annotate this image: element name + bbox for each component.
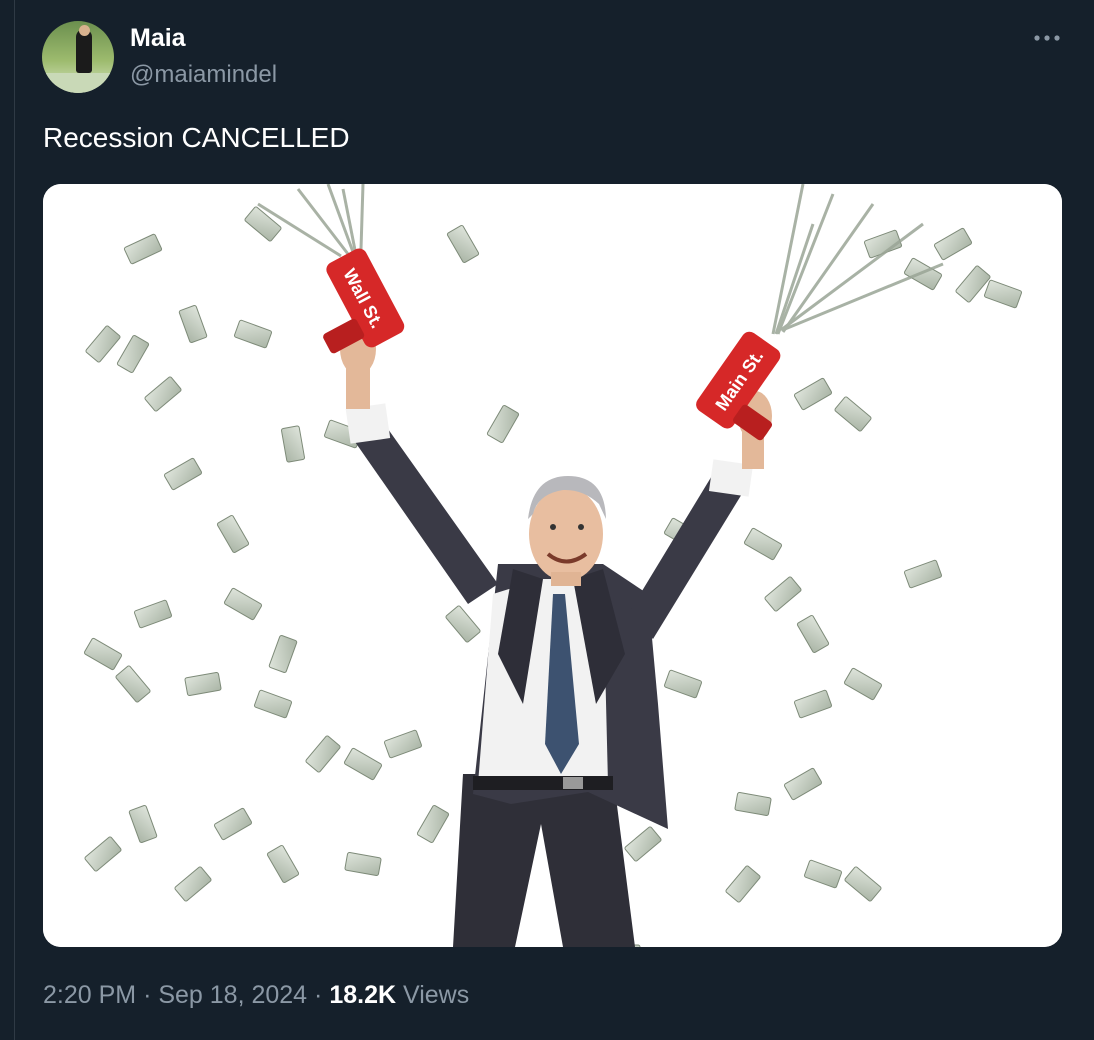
tweet-date[interactable]: Sep 18, 2024 (158, 981, 307, 1009)
tweet-text: Recession CANCELLED (43, 122, 350, 153)
avatar[interactable] (42, 21, 114, 93)
meta-separator: · (143, 981, 152, 1009)
more-horizontal-icon (1034, 35, 1060, 41)
author-handle[interactable]: @maiamindel (130, 61, 277, 89)
author-name[interactable]: Maia (130, 24, 186, 53)
tweet-meta: 2:20 PM · Sep 18, 2024 · 18.2K Views (43, 981, 469, 1010)
tweet-image[interactable]: Wall St. Main St. (43, 184, 1062, 947)
tweet: Maia @maiamindel Recession CANCELLED Wal… (14, 0, 1094, 1040)
views-count: 18.2K (329, 981, 397, 1009)
tweet-time[interactable]: 2:20 PM (43, 981, 136, 1009)
meta-separator: · (314, 981, 323, 1009)
timeline-border (0, 0, 15, 1040)
views-label: Views (403, 981, 470, 1009)
more-options-button[interactable] (1032, 22, 1062, 50)
